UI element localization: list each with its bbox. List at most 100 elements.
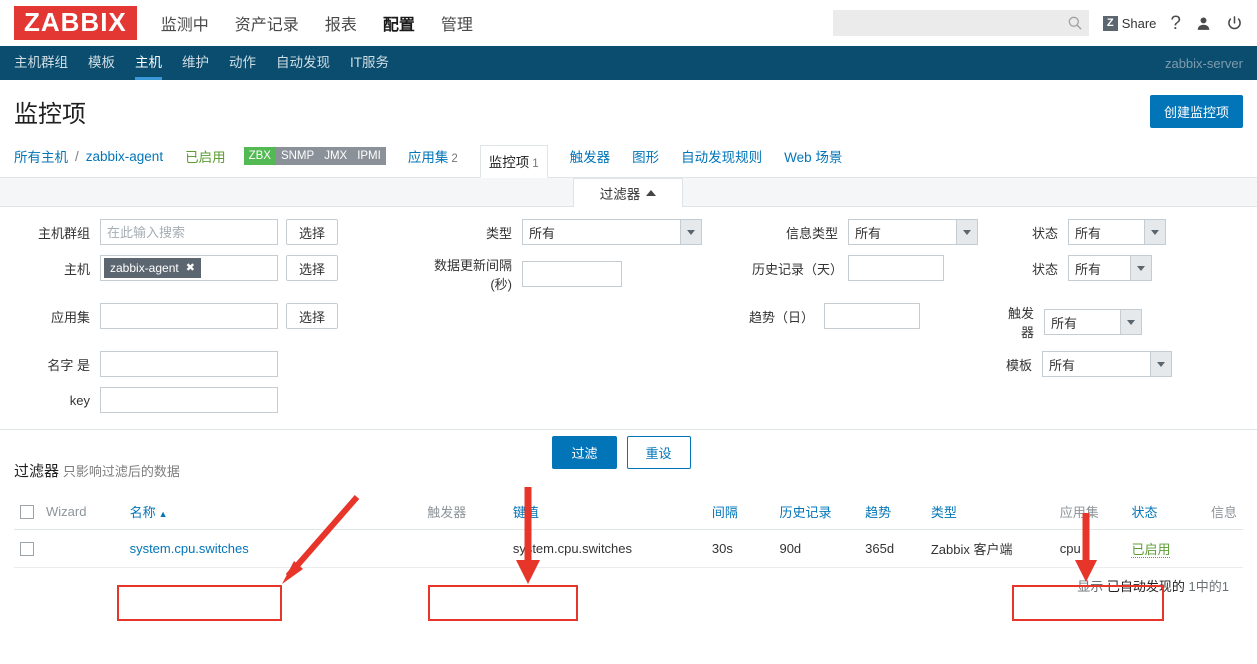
entity-tab-graphs[interactable]: 图形 [632, 146, 659, 166]
filter-input-interval[interactable] [522, 261, 623, 287]
topnav-item-reports[interactable]: 报表 [323, 7, 359, 39]
filter-input-name[interactable] [100, 351, 278, 377]
chevron-down-icon[interactable] [1120, 310, 1142, 334]
select-all-checkbox[interactable] [20, 505, 34, 520]
filter-select-state[interactable]: 所有 [1068, 255, 1153, 281]
header-trends[interactable]: 趋势 [859, 494, 925, 530]
subnav-item-it-services[interactable]: IT服务 [350, 46, 389, 80]
filter-reset-button[interactable]: 重设 [626, 436, 691, 469]
server-name-label: zabbix-server [1164, 55, 1243, 71]
entity-tab-applications[interactable]: 应用集 2 [408, 146, 458, 166]
filter-input-key[interactable] [100, 387, 278, 413]
row-status-cell: 已启用 [1125, 529, 1205, 568]
header-applications: 应用集 [1053, 494, 1126, 530]
share-button[interactable]: Z Share [1102, 15, 1156, 31]
user-profile-icon[interactable] [1195, 15, 1212, 32]
subnav-item-actions[interactable]: 动作 [229, 46, 256, 80]
search-icon[interactable] [1067, 15, 1083, 31]
entity-tab-web-scenarios[interactable]: Web 场景 [784, 146, 842, 166]
filter-select-host-button[interactable]: 选择 [286, 255, 339, 281]
filter-select-template[interactable]: 所有 [1042, 351, 1172, 377]
badge-snmp[interactable]: SNMP [275, 147, 320, 165]
filter-select-status[interactable]: 所有 [1068, 219, 1167, 245]
row-item-name-link[interactable]: system.cpu.switches [130, 541, 249, 556]
breadcrumb-host-name[interactable]: zabbix-agent [86, 149, 163, 164]
header-select-all[interactable] [14, 494, 40, 530]
entity-tab-discovery-rules[interactable]: 自动发现规则 [681, 146, 762, 166]
host-status-label[interactable]: 已启用 [185, 146, 226, 166]
filter-select-host-group-button[interactable]: 选择 [286, 219, 339, 245]
question-mark-icon[interactable]: ? [1170, 14, 1181, 33]
row-checkbox[interactable] [20, 542, 34, 557]
filter-action-buttons: 过滤 重设 [0, 436, 1243, 469]
filter-field-interval: 数据更新间隔(秒) [416, 255, 623, 293]
filter-input-trends[interactable] [824, 303, 921, 329]
subnav-item-discovery[interactable]: 自动发现 [276, 46, 330, 80]
subnav-item-hosts[interactable]: 主机 [135, 46, 162, 80]
filter-apply-button[interactable]: 过滤 [552, 436, 617, 469]
create-item-button[interactable]: 创建监控项 [1149, 95, 1243, 128]
header-triggers: 触发器 [421, 494, 507, 530]
filter-field-trigger: 触发器 所有 [998, 303, 1143, 341]
power-off-icon[interactable] [1226, 15, 1243, 32]
chevron-down-icon[interactable] [1130, 256, 1152, 280]
badge-ipmi[interactable]: IPMI [352, 147, 386, 165]
entity-tab-triggers[interactable]: 触发器 [570, 146, 611, 166]
header-interval[interactable]: 间隔 [705, 494, 774, 530]
filter-input-history[interactable] [848, 255, 945, 281]
filter-chip-host[interactable]: zabbix-agent ✖ [104, 258, 201, 278]
filter-row-5: key [14, 387, 1243, 413]
remove-chip-icon[interactable]: ✖ [186, 260, 195, 276]
filter-label-host-group: 主机群组 [37, 225, 90, 241]
filter-label-value-type: 信息类型 [786, 225, 839, 241]
filter-input-host-group[interactable] [100, 219, 278, 245]
subnav-item-maintenance[interactable]: 维护 [182, 46, 209, 80]
topnav-item-configuration[interactable]: 配置 [381, 7, 417, 54]
filter-footer: 过滤 重设 过滤器 只影响过滤后的数据 [0, 430, 1257, 494]
items-table-head: Wizard 名称 ▲ 触发器 键值 间隔 历史记录 趋势 类型 应用集 状态 信… [14, 494, 1243, 530]
filter-tab-label: 过滤器 [599, 187, 641, 202]
badge-jmx[interactable]: JMX [319, 147, 353, 165]
filter-select-value-type[interactable]: 所有 [848, 219, 979, 245]
chevron-down-icon[interactable] [1144, 220, 1166, 244]
search-input[interactable] [838, 11, 1067, 35]
filter-field-trends: 趋势（日） [728, 303, 921, 329]
filter-select-trigger[interactable]: 所有 [1044, 309, 1143, 335]
chevron-down-icon[interactable] [680, 220, 702, 244]
filter-label-interval: 数据更新间隔(秒) [434, 258, 513, 292]
filter-label-host: 主机 [63, 261, 90, 277]
row-type: Zabbix 客户端 [924, 529, 1054, 568]
header-name[interactable]: 名称 ▲ [123, 494, 422, 530]
entity-tab-items-count: 1 [532, 158, 539, 170]
zabbix-logo[interactable]: ZABBIX [14, 6, 137, 40]
filter-value-template: 所有 [1049, 357, 1076, 373]
filter-input-host[interactable]: zabbix-agent ✖ [100, 255, 278, 281]
status-badge[interactable]: 已启用 [1131, 542, 1171, 558]
chevron-down-icon[interactable] [956, 220, 978, 244]
entity-tab-items[interactable]: 监控项 1 [479, 145, 548, 178]
chevron-down-icon[interactable] [1150, 352, 1171, 376]
filter-select-application-button[interactable]: 选择 [286, 303, 339, 329]
filter-value-state: 所有 [1075, 261, 1102, 277]
global-search[interactable] [832, 10, 1089, 36]
badge-zbx[interactable]: ZBX [243, 147, 276, 165]
subnav-item-host-groups[interactable]: 主机群组 [14, 46, 68, 80]
filter-row-4: 名字 是 模板 所有 [14, 351, 1243, 377]
subnav-item-templates[interactable]: 模板 [88, 46, 115, 80]
topnav-item-inventory[interactable]: 资产记录 [233, 7, 301, 39]
entity-tab-applications-label: 应用集 [407, 150, 449, 165]
filter-label-history: 历史记录（天） [752, 261, 844, 277]
topnav-item-monitoring[interactable]: 监测中 [159, 7, 211, 39]
filter-select-type[interactable]: 所有 [522, 219, 703, 245]
row-checkbox-cell[interactable] [14, 529, 40, 568]
filter-input-application[interactable] [100, 303, 278, 329]
filter-row-3: 应用集 选择 趋势（日） 触发器 所有 [14, 303, 1243, 341]
header-type[interactable]: 类型 [924, 494, 1054, 530]
filter-toggle-tab[interactable]: 过滤器 [573, 178, 683, 208]
breadcrumb-all-hosts[interactable]: 所有主机 [14, 146, 68, 166]
header-status[interactable]: 状态 [1125, 494, 1205, 530]
header-key[interactable]: 键值 [506, 494, 706, 530]
topnav-item-administration[interactable]: 管理 [439, 7, 475, 39]
header-history[interactable]: 历史记录 [773, 494, 860, 530]
top-bar: ZABBIX 监测中 资产记录 报表 配置 管理 Z Share ? [0, 0, 1257, 54]
